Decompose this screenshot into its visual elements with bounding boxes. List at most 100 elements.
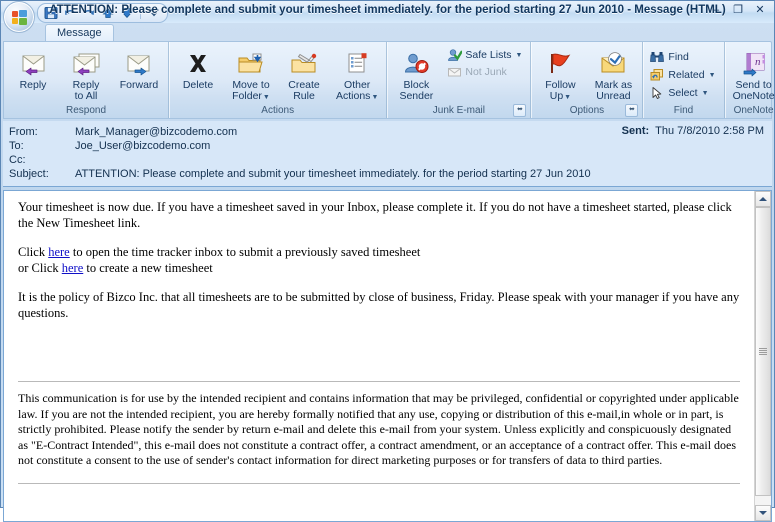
save-icon[interactable] — [43, 5, 59, 21]
office-button[interactable] — [3, 1, 35, 33]
time-tracker-inbox-link[interactable]: here — [48, 245, 70, 259]
chevron-down-icon: ▼ — [371, 94, 379, 101]
move-to-folder-button[interactable]: Move to Folder▼ — [225, 45, 277, 104]
close-button[interactable]: ✕ — [750, 2, 770, 17]
reply-all-button[interactable]: Reply to All — [60, 45, 112, 103]
reply-label: Reply — [19, 79, 47, 91]
body-paragraph-1: Your timesheet is now due. If you have a… — [18, 200, 732, 230]
create-rule-label-line2: Rule — [293, 90, 315, 102]
ribbon-group-junk-email-label: Junk E-mail ⬌ — [390, 104, 527, 118]
cc-row: Cc: — [9, 153, 766, 167]
related-label: Related — [668, 69, 705, 81]
qat-separator — [140, 7, 141, 19]
chevron-down-icon: ▼ — [262, 94, 270, 101]
other-actions-icon — [343, 48, 371, 80]
mark-as-unread-label-line2: Unread — [596, 90, 631, 102]
disclaimer-paragraph: This communication is for use by the int… — [18, 391, 739, 467]
move-to-folder-icon — [236, 48, 266, 80]
click-suffix-text: to open the time tracker inbox to submit… — [69, 245, 421, 259]
send-to-onenote-icon: n — [739, 48, 769, 80]
chevron-down-icon: ▼ — [515, 51, 523, 59]
subject-label: Subject: — [9, 168, 49, 180]
delete-button[interactable]: Delete — [172, 45, 224, 92]
to-label: To: — [9, 140, 24, 152]
svg-text:n: n — [755, 56, 761, 68]
from-label: From: — [9, 126, 38, 138]
forward-icon — [124, 48, 154, 80]
message-body-text: Your timesheet is now due. If you have a… — [4, 191, 754, 521]
select-label: Select — [668, 87, 698, 99]
to-row: To: Joe_User@bizcodemo.com — [9, 139, 766, 153]
not-junk-button[interactable]: Not Junk — [443, 64, 527, 80]
chevron-down-icon: ▼ — [701, 89, 709, 97]
subject-value: ATTENTION: Please complete and submit yo… — [75, 168, 591, 180]
create-rule-icon — [289, 48, 319, 80]
body-link-line-2: or Click here to create a new timesheet — [18, 261, 740, 277]
or-click-suffix-text: to create a new timesheet — [83, 260, 213, 275]
scrollbar-track[interactable] — [755, 207, 771, 505]
ribbon-group-find: Find Related ▼ Select ▼ Find — [643, 42, 725, 118]
scroll-down-arrow[interactable] — [755, 505, 771, 521]
body-paragraph-2: It is the policy of Bizco Inc. that all … — [18, 290, 740, 320]
scroll-up-arrow[interactable] — [755, 191, 771, 207]
outlook-message-window: ATTENTION: Please complete and submit yo… — [0, 0, 775, 522]
ribbon-group-options-label: Options ⬌ — [534, 104, 639, 118]
forward-button[interactable]: Forward — [113, 45, 165, 92]
other-actions-button[interactable]: Other Actions▼ — [331, 45, 383, 104]
find-button[interactable]: Find — [646, 49, 720, 65]
or-click-prefix-text: or Click — [18, 260, 62, 275]
select-button[interactable]: Select ▼ — [646, 85, 720, 101]
safe-lists-icon — [446, 48, 462, 63]
find-binoculars-icon — [649, 50, 665, 65]
options-dialog-launcher-icon[interactable]: ⬌ — [625, 104, 639, 117]
body-vertical-scrollbar[interactable] — [754, 191, 771, 521]
send-to-onenote-label-line2: OneNote — [732, 90, 775, 102]
ribbon-group-respond: Reply Reply to All Forward Respond — [4, 42, 169, 118]
previous-item-icon[interactable] — [100, 5, 116, 21]
ribbon-group-respond-label: Respond — [65, 105, 107, 116]
mark-as-unread-button[interactable]: Mark as Unread — [587, 45, 639, 103]
block-sender-label-line2: Sender — [399, 90, 434, 102]
block-sender-icon — [401, 48, 431, 80]
block-sender-button[interactable]: Block Sender — [390, 45, 442, 103]
delete-label: Delete — [182, 79, 214, 91]
redo-icon[interactable] — [81, 5, 97, 21]
cc-label: Cc: — [9, 154, 26, 166]
ribbon-group-find-label: Find — [673, 105, 694, 116]
new-timesheet-link[interactable]: here — [62, 261, 84, 275]
mark-as-unread-icon — [598, 48, 628, 80]
minimize-button[interactable]: – — [706, 2, 726, 17]
delete-icon — [184, 48, 212, 80]
safe-lists-label: Safe Lists — [465, 49, 512, 61]
ribbon-group-actions-label: Actions — [261, 105, 295, 116]
sent-field: Sent: Thu 7/8/2010 2:58 PM — [622, 125, 764, 137]
tab-message[interactable]: Message — [45, 24, 114, 42]
customize-quick-access-toolbar-icon[interactable] — [146, 5, 162, 21]
scrollbar-thumb[interactable] — [755, 207, 771, 497]
subject-row: Subject: ATTENTION: Please complete and … — [9, 167, 766, 181]
maximize-button[interactable]: ❐ — [728, 2, 748, 17]
ribbon-group-options: Follow Up▼ Mark as Unread Options ⬌ — [531, 42, 644, 118]
follow-up-label-line2: Up▼ — [549, 90, 572, 102]
next-item-icon[interactable] — [119, 5, 135, 21]
junk-email-label-text: Junk E-mail — [432, 105, 486, 116]
follow-up-button[interactable]: Follow Up▼ — [534, 45, 586, 104]
send-to-onenote-button[interactable]: n Send to OneNote — [728, 45, 775, 103]
chevron-down-icon: ▼ — [708, 71, 716, 79]
chevron-down-icon: ▼ — [564, 94, 572, 101]
to-value[interactable]: Joe_User@bizcodemo.com — [75, 139, 766, 153]
ribbon-group-onenote-label: OneNote — [733, 105, 774, 116]
related-icon — [649, 68, 665, 83]
click-prefix-text: Click — [18, 245, 49, 259]
undo-icon[interactable] — [62, 5, 78, 21]
ribbon-tab-strip: Message — [1, 23, 774, 42]
create-rule-button[interactable]: Create Rule — [278, 45, 330, 103]
reply-button[interactable]: Reply — [7, 45, 59, 92]
ribbon-group-onenote: n Send to OneNote OneNote — [725, 42, 775, 118]
related-button[interactable]: Related ▼ — [646, 67, 720, 83]
disclaimer-divider-top — [18, 381, 740, 382]
quick-access-toolbar — [37, 3, 168, 23]
find-label: Find — [668, 51, 689, 63]
safe-lists-button[interactable]: Safe Lists ▼ — [443, 47, 527, 63]
junk-email-dialog-launcher-icon[interactable]: ⬌ — [513, 104, 527, 117]
